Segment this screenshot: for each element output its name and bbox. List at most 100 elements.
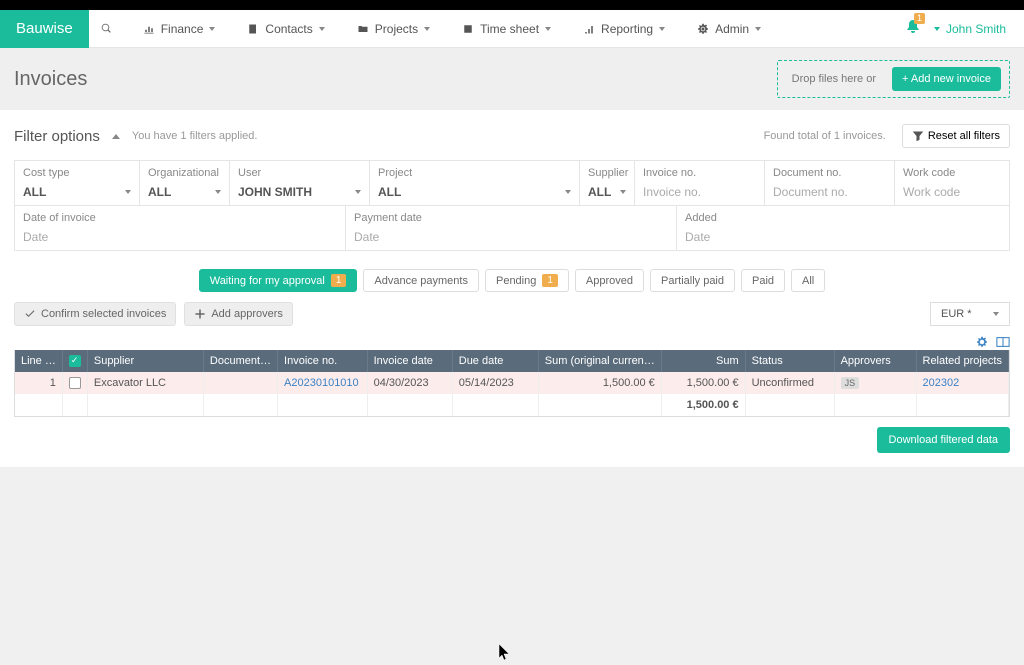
chevron-down-icon <box>620 190 626 194</box>
col-invoice-no[interactable]: Invoice no. <box>278 350 368 372</box>
filter-org-unit[interactable]: Organizational unit ALL <box>140 161 230 205</box>
filter-title: Filter options <box>14 128 100 145</box>
cell-invoice-date: 04/30/2023 <box>367 372 452 394</box>
filter-supplier[interactable]: Supplier ALL <box>580 161 635 205</box>
col-sum-orig[interactable]: Sum (original curren… <box>538 350 661 372</box>
chevron-down-icon <box>215 190 221 194</box>
filter-date-invoice[interactable]: Date of invoice Date <box>15 206 346 250</box>
invoices-table: Line … Supplier Document… Invoice no. In… <box>15 350 1009 416</box>
col-sum[interactable]: Sum <box>661 350 745 372</box>
chevron-down-icon <box>319 27 325 31</box>
cell-sum-orig: 1,500.00 € <box>538 372 661 394</box>
drop-text: Drop files here or <box>786 73 882 85</box>
cell-due-date: 05/14/2023 <box>452 372 538 394</box>
row-checkbox[interactable] <box>69 377 81 389</box>
filter-user[interactable]: User JOHN SMITH <box>230 161 370 205</box>
col-status[interactable]: Status <box>745 350 834 372</box>
col-supplier[interactable]: Supplier <box>87 350 203 372</box>
pending-count-badge: 1 <box>542 274 558 287</box>
chevron-down-icon <box>209 27 215 31</box>
currency-dropdown[interactable]: EUR * <box>930 302 1010 326</box>
col-invoice-date[interactable]: Invoice date <box>367 350 452 372</box>
top-nav: Bauwise Finance Contacts Projects Time s… <box>0 10 1024 48</box>
tab-paid[interactable]: Paid <box>741 269 785 292</box>
report-icon <box>583 23 595 35</box>
chevron-down-icon <box>424 27 430 31</box>
filter-cost-type[interactable]: Cost type ALL <box>15 161 140 205</box>
page-title: Invoices <box>14 68 87 91</box>
chart-icon <box>143 23 155 35</box>
filter-project[interactable]: Project ALL <box>370 161 580 205</box>
check-icon <box>24 308 36 320</box>
total-sum: 1,500.00 € <box>661 394 745 416</box>
nav-timesheet[interactable]: Time sheet <box>448 10 565 48</box>
search-icon <box>101 23 113 35</box>
cell-approvers: JS <box>834 372 916 394</box>
checkbox-icon <box>69 355 81 367</box>
tab-waiting-approval[interactable]: Waiting for my approval 1 <box>199 269 358 292</box>
col-related[interactable]: Related projects <box>916 350 1009 372</box>
gear-icon <box>697 23 709 35</box>
nav-finance[interactable]: Finance <box>129 10 230 48</box>
filter-added[interactable]: Added Date <box>677 206 1009 250</box>
filter-invoice-no[interactable]: Invoice no. Invoice no. <box>635 161 765 205</box>
columns-icon[interactable] <box>996 336 1010 348</box>
waiting-count-badge: 1 <box>331 274 347 287</box>
cell-supplier: Excavator LLC <box>87 372 203 394</box>
chevron-down-icon <box>755 27 761 31</box>
chevron-down-icon <box>355 190 361 194</box>
chevron-up-icon[interactable] <box>112 134 120 139</box>
filter-document-no[interactable]: Document no. Document no. <box>765 161 895 205</box>
nav-reporting[interactable]: Reporting <box>569 10 679 48</box>
col-due-date[interactable]: Due date <box>452 350 538 372</box>
tab-pending[interactable]: Pending 1 <box>485 269 569 292</box>
chevron-down-icon <box>125 190 131 194</box>
cell-status: Unconfirmed <box>745 372 834 394</box>
notification-bell[interactable]: 1 <box>906 19 920 38</box>
search-button[interactable] <box>89 10 125 48</box>
filters-applied-text: You have 1 filters applied. <box>132 130 258 142</box>
nav-projects[interactable]: Projects <box>343 10 444 48</box>
tab-approved[interactable]: Approved <box>575 269 644 292</box>
notification-count: 1 <box>914 13 925 24</box>
cell-related[interactable]: 202302 <box>916 372 1009 394</box>
add-approvers-button[interactable]: Add approvers <box>184 302 293 326</box>
table-row[interactable]: 1 Excavator LLC A20230101010 04/30/2023 … <box>15 372 1009 394</box>
cell-sum: 1,500.00 € <box>661 372 745 394</box>
tab-partially-paid[interactable]: Partially paid <box>650 269 735 292</box>
found-total-text: Found total of 1 invoices. <box>764 130 886 142</box>
nav-contacts[interactable]: Contacts <box>233 10 338 48</box>
chevron-down-icon <box>565 190 571 194</box>
chevron-down-icon <box>993 312 999 316</box>
approver-chip[interactable]: JS <box>841 377 860 389</box>
cell-invoice-no[interactable]: A20230101010 <box>278 372 368 394</box>
nav-admin[interactable]: Admin <box>683 10 775 48</box>
folder-icon <box>357 23 369 35</box>
tab-all[interactable]: All <box>791 269 825 292</box>
plus-icon <box>194 308 206 320</box>
download-filtered-button[interactable]: Download filtered data <box>877 427 1010 453</box>
user-menu[interactable]: John Smith <box>934 22 1006 36</box>
chevron-down-icon <box>545 27 551 31</box>
filter-payment-date[interactable]: Payment date Date <box>346 206 677 250</box>
drop-zone[interactable]: Drop files here or + Add new invoice <box>777 60 1010 98</box>
col-select-all[interactable] <box>62 350 87 372</box>
chevron-down-icon <box>934 27 940 31</box>
calendar-icon <box>462 23 474 35</box>
cursor-icon <box>498 643 512 661</box>
table-totals-row: 1,500.00 € <box>15 394 1009 416</box>
reset-filters-button[interactable]: Reset all filters <box>902 124 1010 148</box>
add-invoice-button[interactable]: + Add new invoice <box>892 67 1001 91</box>
col-approvers[interactable]: Approvers <box>834 350 916 372</box>
chevron-down-icon <box>659 27 665 31</box>
tab-advance-payments[interactable]: Advance payments <box>363 269 479 292</box>
settings-icon[interactable] <box>976 336 988 348</box>
filter-icon <box>912 130 924 142</box>
confirm-selected-button[interactable]: Confirm selected invoices <box>14 302 176 326</box>
col-line[interactable]: Line … <box>15 350 62 372</box>
col-document[interactable]: Document… <box>203 350 277 372</box>
brand-logo[interactable]: Bauwise <box>0 10 89 48</box>
filter-work-code[interactable]: Work code Work code <box>895 161 1009 205</box>
cell-document <box>203 372 277 394</box>
contact-icon <box>247 23 259 35</box>
